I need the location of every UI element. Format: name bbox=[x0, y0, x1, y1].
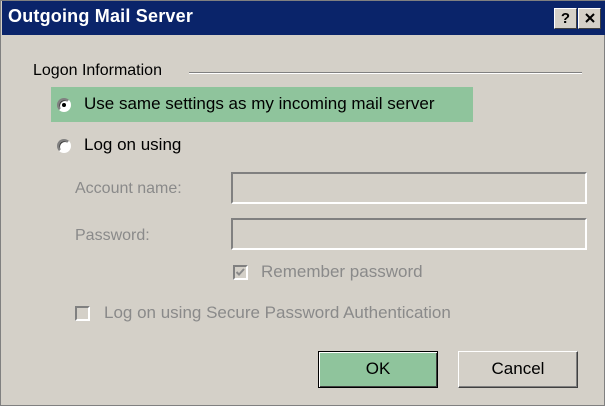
radio-log-on-using-label[interactable]: Log on using bbox=[84, 135, 181, 155]
logon-group-label: Logon Information bbox=[33, 62, 162, 79]
dialog-title: Outgoing Mail Server bbox=[8, 6, 194, 26]
account-name-field[interactable] bbox=[231, 172, 587, 204]
account-name-label: Account name: bbox=[75, 180, 182, 197]
radio-log-on-using[interactable] bbox=[57, 139, 71, 153]
close-button[interactable] bbox=[578, 8, 601, 29]
ok-button[interactable]: OK bbox=[318, 351, 438, 388]
password-label: Password: bbox=[75, 227, 150, 244]
radio-selected-dot bbox=[62, 103, 66, 107]
cancel-button[interactable]: Cancel bbox=[458, 351, 578, 388]
password-field[interactable] bbox=[231, 218, 587, 250]
spa-checkbox[interactable] bbox=[75, 306, 90, 321]
close-icon bbox=[584, 13, 595, 23]
checkmark-icon bbox=[235, 268, 245, 276]
remember-password-label: Remember password bbox=[261, 262, 423, 281]
radio-same-settings[interactable] bbox=[57, 98, 71, 112]
help-button[interactable]: ? bbox=[554, 8, 577, 29]
group-divider bbox=[189, 72, 582, 74]
spa-label: Log on using Secure Password Authenticat… bbox=[104, 303, 451, 322]
title-bar[interactable]: Outgoing Mail Server ? bbox=[2, 1, 605, 35]
outgoing-mail-server-dialog: Outgoing Mail Server ? Logon Information… bbox=[0, 0, 605, 406]
radio-same-settings-label[interactable]: Use same settings as my incoming mail se… bbox=[84, 94, 435, 114]
remember-password-checkbox[interactable] bbox=[233, 265, 248, 280]
